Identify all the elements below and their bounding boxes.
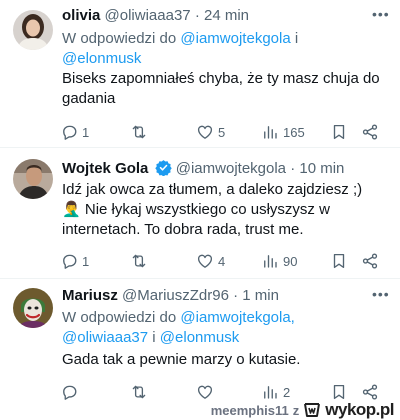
user-handle[interactable]: @MariuszZdr96 xyxy=(122,287,229,304)
retweet-icon xyxy=(130,252,148,270)
like-button[interactable] xyxy=(196,382,218,402)
tweet-text: Idź jak owca za tłumem, a daleko zajdzie… xyxy=(62,180,386,240)
mention-link[interactable]: @iamwojtekgola, xyxy=(180,309,294,326)
like-count: 5 xyxy=(218,124,226,140)
reply-prefix: W odpowiedzi do xyxy=(62,30,181,47)
share-button[interactable] xyxy=(361,382,379,402)
reply-context: W odpowiedzi do @iamwojtekgola i @elonmu… xyxy=(62,29,384,69)
views-button[interactable]: 2 xyxy=(261,382,290,402)
mention-link[interactable]: @oliwiaaa37 xyxy=(62,329,148,346)
reply-count: 1 xyxy=(82,253,90,269)
reply-prefix: W odpowiedzi do xyxy=(62,309,181,326)
tweet-header: Wojtek Gola @iamwojtekgola · 10 min xyxy=(62,159,372,179)
more-icon[interactable]: ••• xyxy=(372,287,389,307)
separator-dot: · xyxy=(194,7,200,24)
display-name[interactable]: olivia xyxy=(62,7,100,24)
tweet-text: Biseks zapomniałeś chyba, że ty masz chu… xyxy=(62,70,380,107)
mention-link[interactable]: @elonmusk xyxy=(160,329,239,346)
watermark-site: wykop.pl xyxy=(325,400,394,419)
timestamp[interactable]: 24 min xyxy=(204,7,249,24)
views-count: 2 xyxy=(283,384,291,400)
tweet-wojtek-gola[interactable]: Wojtek Gola @iamwojtekgola · 10 min Idź … xyxy=(0,147,400,278)
display-name[interactable]: Mariusz xyxy=(62,287,118,304)
views-icon xyxy=(261,383,279,401)
reply-icon xyxy=(60,383,78,401)
views-button[interactable]: 90 xyxy=(261,251,297,271)
reply-sep: i xyxy=(290,30,299,47)
user-handle[interactable]: @oliwiaaa37 xyxy=(105,7,191,24)
views-count: 165 xyxy=(283,124,305,140)
tweet-header: Mariusz @MariuszZdr96 · 1 min xyxy=(62,286,372,306)
action-bar: 1 5 165 xyxy=(60,122,388,142)
share-icon xyxy=(361,252,379,270)
reply-icon xyxy=(60,123,78,141)
text-line-3: internetach. To dobra rada, trust me. xyxy=(62,221,304,238)
views-count: 90 xyxy=(283,253,298,269)
views-button[interactable]: 165 xyxy=(261,122,305,142)
retweet-icon xyxy=(130,383,148,401)
retweet-button[interactable] xyxy=(130,251,152,271)
reply-sep: i xyxy=(148,329,160,346)
reply-button[interactable] xyxy=(60,382,82,402)
reply-button[interactable]: 1 xyxy=(60,251,89,271)
like-icon xyxy=(196,123,214,141)
bookmark-icon xyxy=(330,383,348,401)
tweet-text: Gada tak a pewnie marzy o kutasie. xyxy=(62,351,301,368)
action-bar: 1 4 90 xyxy=(60,251,388,271)
reply-button[interactable]: 1 xyxy=(60,122,89,142)
action-bar: 2 xyxy=(60,382,388,402)
views-icon xyxy=(261,252,279,270)
bookmark-icon xyxy=(330,252,348,270)
share-button[interactable] xyxy=(361,122,379,142)
watermark-sep: z xyxy=(292,402,300,418)
share-icon xyxy=(361,383,379,401)
like-button[interactable]: 5 xyxy=(196,122,225,142)
text-line-1: Idź jak owca za tłumem, a daleko zajdzie… xyxy=(62,181,363,198)
like-button[interactable]: 4 xyxy=(196,251,225,271)
timestamp[interactable]: 1 min xyxy=(242,287,279,304)
bookmark-button[interactable] xyxy=(330,251,348,271)
share-icon xyxy=(361,123,379,141)
timestamp[interactable]: 10 min xyxy=(299,160,344,177)
retweet-button[interactable] xyxy=(130,122,152,142)
retweet-button[interactable] xyxy=(130,382,152,402)
like-icon xyxy=(196,252,214,270)
retweet-icon xyxy=(130,123,148,141)
avatar-olivia[interactable] xyxy=(13,10,53,50)
tweet-header: olivia @oliwiaaa37 · 24 min xyxy=(62,6,372,26)
display-name[interactable]: Wojtek Gola xyxy=(62,160,148,177)
watermark-user: meemphis11 xyxy=(210,402,289,418)
wykop-watermark: meemphis11 z wykop.pl xyxy=(204,400,394,420)
avatar-wojtek-gola[interactable] xyxy=(13,159,53,199)
tweet-mariusz[interactable]: Mariusz @MariuszZdr96 · 1 min ••• W odpo… xyxy=(0,278,400,420)
mention-link[interactable]: @iamwojtekgola xyxy=(180,30,290,47)
separator-dot: · xyxy=(290,160,296,177)
user-handle[interactable]: @iamwojtekgola xyxy=(176,160,286,177)
verified-badge-icon xyxy=(154,160,172,176)
reply-icon xyxy=(60,252,78,270)
mention-link[interactable]: @elonmusk xyxy=(62,50,141,67)
tweet-olivia[interactable]: olivia @oliwiaaa37 · 24 min ••• W odpowi… xyxy=(0,0,400,147)
more-icon[interactable]: ••• xyxy=(372,7,389,27)
bookmark-button[interactable] xyxy=(330,382,348,402)
bookmark-icon xyxy=(330,123,348,141)
share-button[interactable] xyxy=(361,251,379,271)
reply-count: 1 xyxy=(82,124,90,140)
bookmark-button[interactable] xyxy=(330,122,348,142)
facepalm-emoji: 🤦‍♂️ xyxy=(62,201,81,218)
reply-context: W odpowiedzi do @iamwojtekgola, @oliwiaa… xyxy=(62,308,384,348)
views-icon xyxy=(261,123,279,141)
separator-dot: · xyxy=(233,287,239,304)
like-count: 4 xyxy=(218,253,226,269)
wykop-logo-icon xyxy=(304,403,321,417)
like-icon xyxy=(196,383,214,401)
avatar-mariusz[interactable] xyxy=(13,288,53,328)
text-line-2: Nie łykaj wszystkiego co usłyszysz w xyxy=(80,201,330,218)
